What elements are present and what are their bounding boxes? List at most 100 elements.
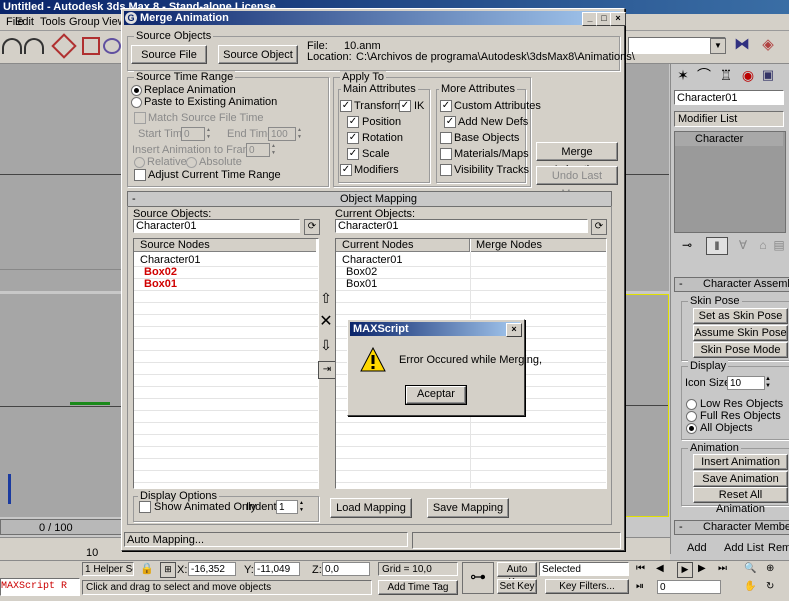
all-objects-radio[interactable] [686, 423, 697, 434]
stack-item-character[interactable]: Character [675, 132, 783, 146]
hierarchy-tab-icon[interactable]: ♖ [718, 67, 734, 83]
pin-stack-icon[interactable]: ⊸ [680, 238, 694, 252]
icon-size-spinner[interactable]: 10 [727, 376, 765, 390]
pan-icon[interactable]: ✋ [744, 581, 756, 593]
zoom-icon[interactable]: 🔍 [744, 563, 756, 575]
show-end-result-icon[interactable]: ‖ [706, 237, 728, 255]
arc-rotate-icon[interactable]: ↻ [766, 581, 778, 593]
add-new-defs-checkbox[interactable]: ✓ [444, 116, 456, 128]
spinner-arrows-icon[interactable]: ▲ ▼ [297, 127, 303, 141]
motion-tab-icon[interactable]: ◉ [740, 67, 756, 83]
create-tab-icon[interactable]: ✶ [675, 67, 691, 83]
adjust-time-range-checkbox[interactable] [134, 169, 146, 181]
set-skin-pose-button[interactable]: Set as Skin Pose [693, 308, 788, 324]
undo-last-merge-button[interactable]: Undo Last Merge [536, 166, 618, 200]
map-nodes-icon[interactable]: ⇥ [318, 361, 336, 379]
remove-mapping-icon[interactable]: ✕ [319, 314, 333, 330]
full-res-radio[interactable] [686, 411, 697, 422]
save-animation-button[interactable]: Save Animation [693, 471, 788, 487]
menu-group[interactable]: Group [69, 16, 100, 28]
next-frame-icon[interactable]: ▶ [698, 563, 710, 575]
auto-key-button[interactable]: Auto Key [497, 562, 537, 588]
viewport-bottom-left[interactable] [0, 294, 122, 517]
current-frame-field[interactable]: 0 [657, 580, 721, 594]
merge-animation-button[interactable]: Merge Animation [536, 142, 618, 176]
modifier-list-dropdown[interactable]: Modifier List [674, 111, 784, 127]
display-tab-icon[interactable]: ▣ [760, 67, 776, 83]
key-filter-selected-dropdown[interactable]: Selected [539, 562, 629, 576]
skin-pose-mode-button[interactable]: Skin Pose Mode [693, 342, 788, 358]
list-item[interactable]: Character01 [342, 254, 403, 266]
ik-checkbox[interactable]: ✓ [399, 100, 411, 112]
list-item[interactable]: Character01 [140, 254, 201, 266]
source-object-button[interactable]: Source Object [218, 45, 298, 64]
current-nodes-header[interactable]: Current Nodes [336, 239, 470, 252]
replace-animation-radio[interactable] [131, 85, 142, 96]
paste-animation-radio[interactable] [131, 97, 142, 108]
refresh-source-icon[interactable]: ⟳ [304, 219, 320, 235]
materials-maps-checkbox[interactable] [440, 148, 452, 160]
visibility-tracks-checkbox[interactable] [440, 164, 452, 176]
play-icon[interactable]: ▶ [677, 562, 693, 578]
set-key-big-icon[interactable]: ⊶ [462, 562, 494, 594]
list-item[interactable]: Box01 [346, 278, 377, 290]
zoom-all-icon[interactable]: ⊕ [766, 563, 778, 575]
z-coordinate-field[interactable]: 0,0 [322, 562, 370, 576]
absolute-mode-icon[interactable]: ⊞ [160, 562, 176, 578]
add-time-tag-button[interactable]: Add Time Tag [378, 580, 458, 595]
position-checkbox[interactable]: ✓ [347, 116, 359, 128]
transform-checkbox[interactable]: ✓ [340, 100, 352, 112]
rotation-checkbox[interactable]: ✓ [347, 132, 359, 144]
start-time-field[interactable]: 0 [181, 127, 205, 141]
go-end-icon[interactable]: ⏭ [718, 563, 730, 575]
unlink-icon[interactable] [82, 37, 100, 55]
viewport-bottom-right[interactable] [623, 294, 669, 517]
y-coordinate-field[interactable]: -11,049 [254, 562, 300, 576]
configure-sets-icon[interactable]: ▤ [772, 238, 786, 252]
insert-frame-field[interactable]: 0 [246, 143, 270, 157]
move-down-icon[interactable]: ⇩ [319, 337, 333, 353]
modifiers-checkbox[interactable]: ✓ [340, 164, 352, 176]
viewport-top-right[interactable] [623, 64, 669, 291]
mirror-icon[interactable]: ⧓ [733, 36, 751, 54]
match-source-time-checkbox[interactable] [134, 112, 146, 124]
redo-icon[interactable] [24, 38, 44, 54]
list-item[interactable]: Box02 [346, 266, 377, 278]
spinner-arrows-icon[interactable]: ▲ ▼ [271, 143, 277, 157]
object-name-field[interactable]: Character01 [674, 90, 784, 105]
list-item[interactable]: Box01 [144, 278, 177, 290]
dropdown-arrow-icon[interactable]: ▼ [710, 38, 726, 54]
menu-edit[interactable]: Edit [15, 16, 34, 28]
make-unique-icon[interactable]: ∀ [736, 238, 750, 252]
set-key-button[interactable]: Set Key [497, 579, 537, 594]
spinner-arrows-icon[interactable]: ▲ ▼ [765, 376, 773, 390]
close-button[interactable]: × [610, 12, 626, 26]
key-mode-icon[interactable]: ⏯ [636, 581, 648, 593]
save-mapping-button[interactable]: Save Mapping [427, 498, 509, 518]
time-slider[interactable]: 0 / 100 [0, 519, 122, 535]
insert-animation-button[interactable]: Insert Animation [693, 454, 788, 470]
reset-all-animation-button[interactable]: Reset All Animation [693, 487, 788, 515]
undo-icon[interactable] [2, 38, 22, 54]
spinner-arrows-icon[interactable]: ▲ ▼ [299, 500, 305, 514]
char-assembly-rollout[interactable]: - Character Assembly [674, 277, 789, 292]
accept-button[interactable]: Aceptar [405, 385, 467, 405]
source-file-button[interactable]: Source File [131, 45, 207, 64]
current-objects-field[interactable]: Character01 [335, 219, 588, 233]
menu-tools[interactable]: Tools [40, 16, 66, 28]
list-item[interactable]: Box02 [144, 266, 177, 278]
source-nodes-list[interactable]: Source Nodes Character01 Box02 Box01 [133, 238, 319, 489]
add-member-button[interactable]: Add [687, 542, 707, 554]
scale-checkbox[interactable]: ✓ [347, 148, 359, 160]
base-objects-checkbox[interactable] [440, 132, 452, 144]
merge-nodes-header[interactable]: Merge Nodes [471, 239, 606, 252]
relative-radio[interactable] [134, 157, 145, 168]
object-mapping-rollout[interactable]: - Object Mapping [127, 191, 612, 207]
source-nodes-header[interactable]: Source Nodes [134, 239, 316, 252]
modify-tab-icon[interactable]: ⌒ [696, 67, 712, 83]
source-objects-field[interactable]: Character01 [133, 219, 300, 233]
key-filters-button[interactable]: Key Filters... [545, 579, 629, 594]
low-res-radio[interactable] [686, 399, 697, 410]
end-time-field[interactable]: 100 [268, 127, 296, 141]
refresh-current-icon[interactable]: ⟳ [591, 219, 607, 235]
